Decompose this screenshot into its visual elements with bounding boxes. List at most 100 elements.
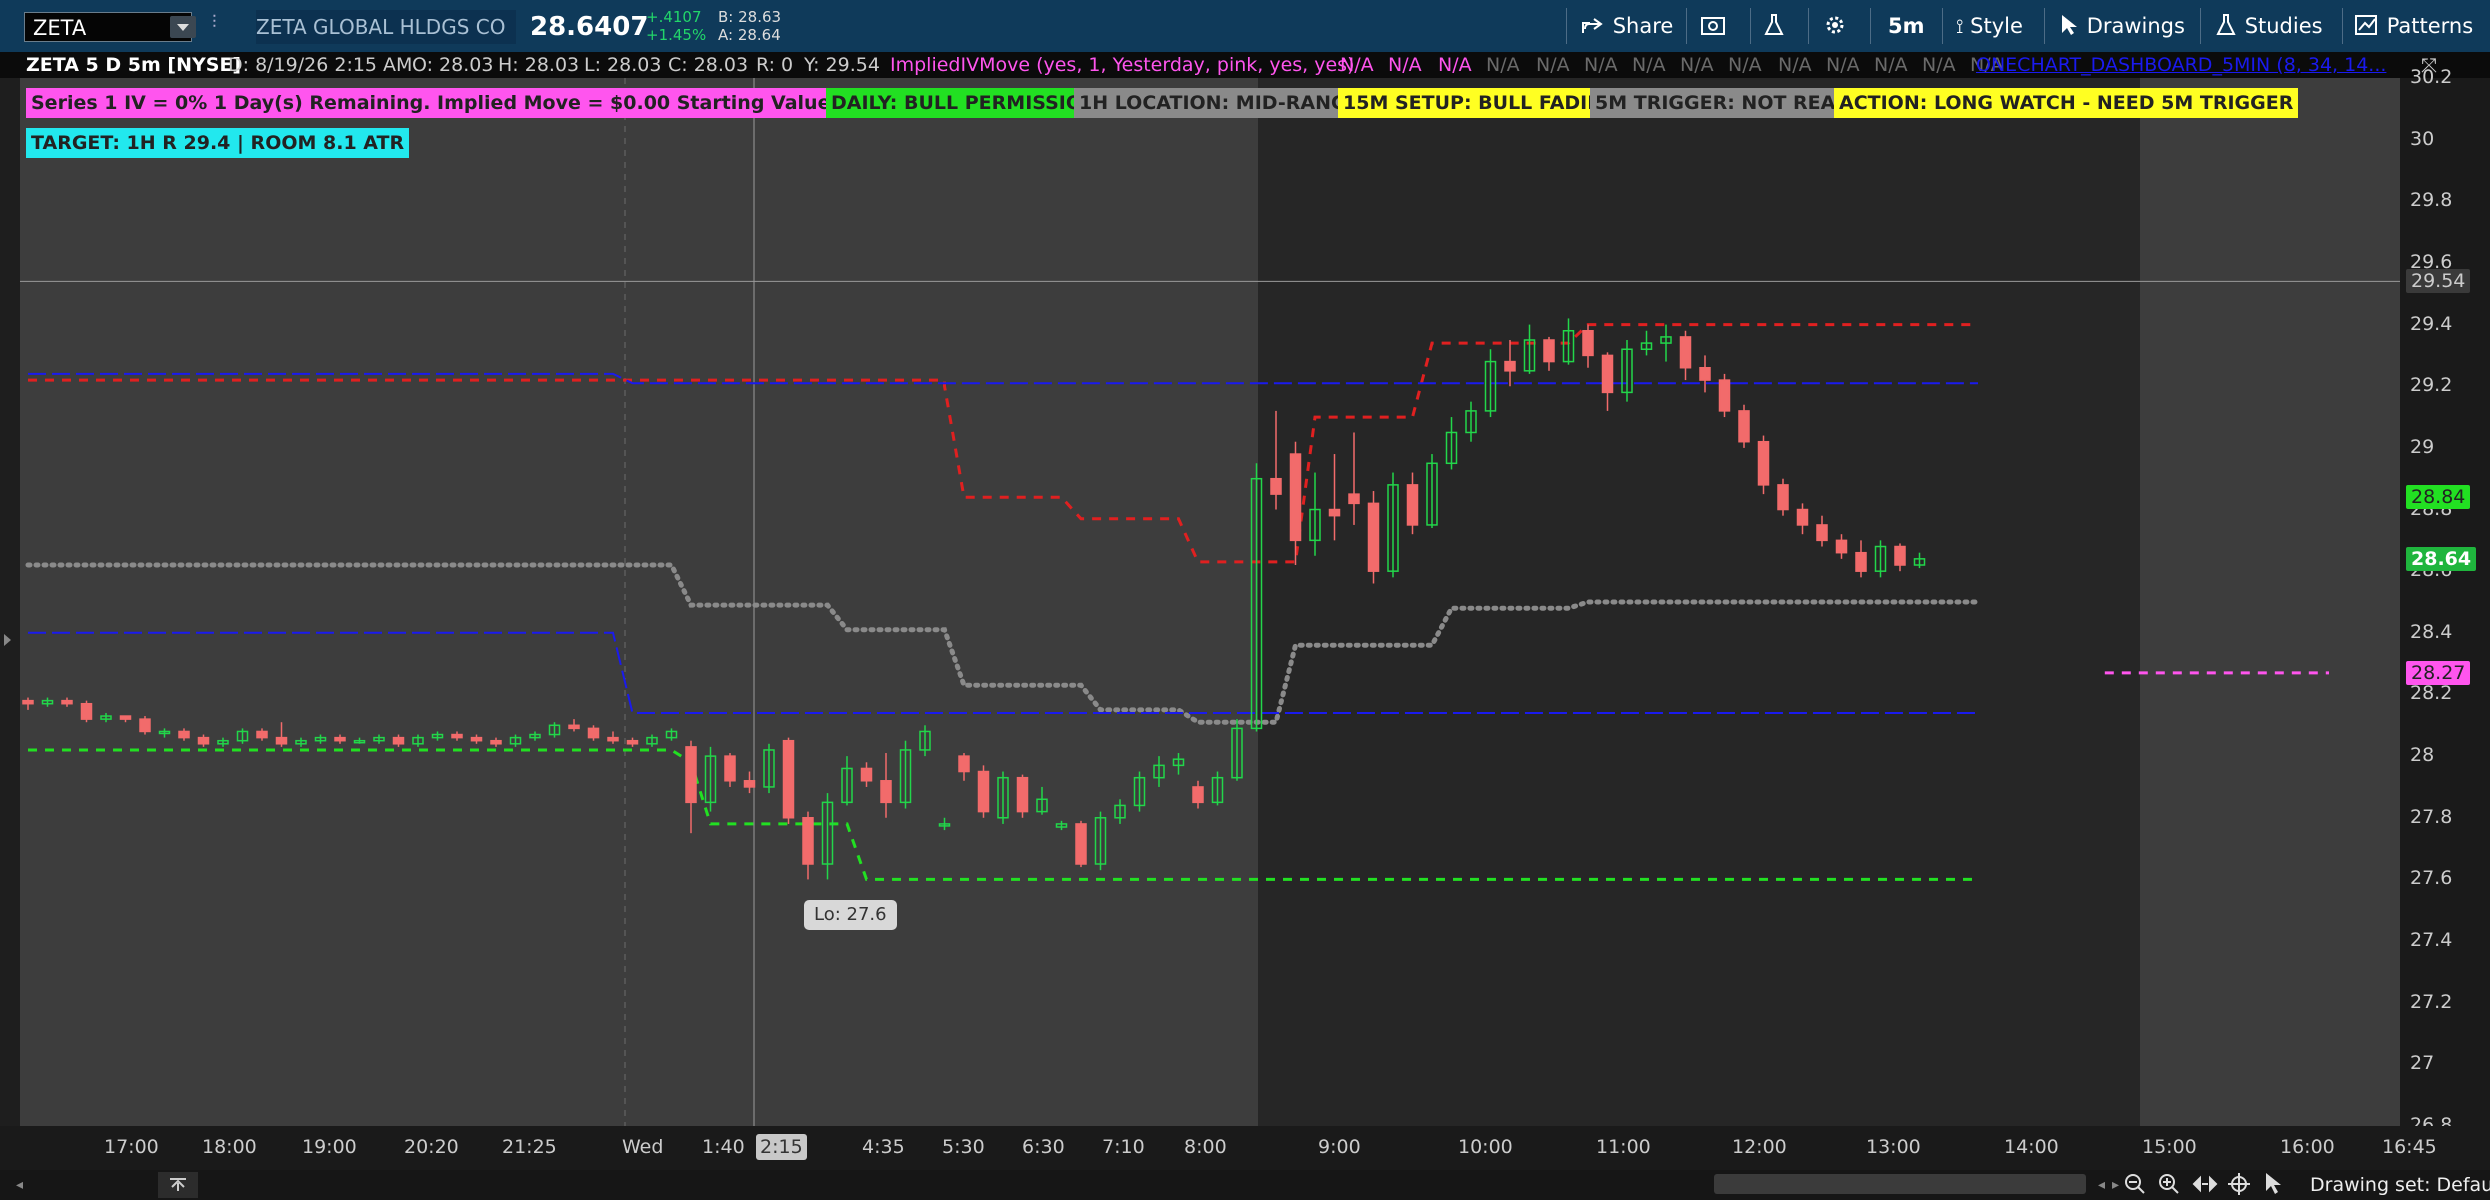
patterns-button[interactable]: Patterns xyxy=(2354,0,2473,52)
zoom-in-icon[interactable] xyxy=(2156,1170,2182,1200)
candle-body xyxy=(1406,484,1419,526)
price-axis[interactable]: 30.23029.829.629.429.22928.828.628.428.2… xyxy=(2400,66,2490,1136)
candle-body xyxy=(1796,508,1809,526)
candle-body xyxy=(1367,502,1380,572)
low-bubble: Lo: 27.6 xyxy=(804,900,897,930)
top-toolbar: ZETA ⫶ ZETA GLOBAL HLDGS CO A 28.6407 +.… xyxy=(0,0,2490,73)
toolbar-divider xyxy=(1942,8,1943,44)
time-tick-label: 13:00 xyxy=(1866,1136,1921,1158)
price-change: +.4107 xyxy=(646,8,702,26)
candle-body xyxy=(1738,410,1750,443)
chart-canvas[interactable] xyxy=(20,78,2400,1126)
flask-icon xyxy=(1764,14,1784,35)
patterns-label: Patterns xyxy=(2386,14,2474,38)
pointer-icon[interactable] xyxy=(2262,1170,2284,1200)
timeframe-button[interactable]: 5m xyxy=(1888,0,1925,52)
toolbar-divider xyxy=(2200,8,2201,44)
expand-panel-button[interactable] xyxy=(158,1172,198,1198)
style-button[interactable]: ⟟ Style xyxy=(1956,0,2023,52)
horizontal-scrollbar[interactable] xyxy=(1714,1174,2086,1194)
drawings-button[interactable]: Drawings xyxy=(2058,0,2185,52)
candle-body xyxy=(1699,366,1711,381)
y-value: Y: 29.54 xyxy=(804,54,880,76)
last-price-badge: 28.64 xyxy=(2406,546,2477,571)
symbol-input[interactable]: ZETA xyxy=(24,12,192,42)
price-tick-label: 29.2 xyxy=(2410,374,2453,397)
pan-horizontal-icon[interactable] xyxy=(2192,1170,2218,1200)
time-tick-label: 14:00 xyxy=(2004,1136,2059,1158)
toolbar-divider xyxy=(1750,8,1751,44)
candle-body xyxy=(977,770,990,813)
candle-body xyxy=(1016,776,1029,813)
time-tick-label: Wed xyxy=(622,1136,664,1158)
price-tick-label: 27.2 xyxy=(2410,990,2453,1013)
scroll-left-icon[interactable]: ◂ xyxy=(16,1170,23,1200)
candle-body xyxy=(1679,336,1692,369)
bar-open: O: 28.03 xyxy=(412,54,494,76)
zoom-in-glyph xyxy=(2159,1174,2179,1194)
na-value: N/A xyxy=(1584,54,1618,76)
chart-snapshot-button[interactable] xyxy=(1700,0,1726,52)
bid-price: B: 28.63 xyxy=(718,8,782,26)
price-chart[interactable]: Series 1 IV = 0% 1 Day(s) Remaining. Imp… xyxy=(20,78,2400,1126)
thinkorswim-chart-window: { "toolbar": { "symbol": "ZETA", "compan… xyxy=(0,0,2490,1200)
scroll-left-icon[interactable]: ◂ xyxy=(2098,1170,2105,1200)
scroll-right-icon[interactable]: ▸ xyxy=(2112,1170,2119,1200)
left-panel-strip[interactable] xyxy=(0,78,20,1126)
candle-body xyxy=(626,739,639,745)
company-name: ZETA GLOBAL HLDGS CO A xyxy=(256,10,516,73)
time-tick-label: 11:00 xyxy=(1596,1136,1651,1158)
time-tick-label: 17:00 xyxy=(104,1136,159,1158)
dashboard-study[interactable]: ONECHART_DASHBOARD_5MIN (8, 34, 14... xyxy=(1976,52,2386,78)
candle-body xyxy=(958,755,970,773)
flask-button[interactable] xyxy=(1762,0,1786,52)
candle-body xyxy=(1855,551,1867,572)
m15-setup-label: 15M SETUP: BULL FADING xyxy=(1338,88,1624,118)
candle-body xyxy=(334,736,346,742)
candle-body xyxy=(1270,477,1282,495)
action-label: ACTION: LONG WATCH - NEED 5M TRIGGER xyxy=(1834,88,2299,118)
price-tick-label: 30 xyxy=(2410,127,2435,150)
symbol-dropdown-button[interactable] xyxy=(170,16,196,38)
bar-low: L: 28.03 xyxy=(584,54,662,76)
crosshair-icon[interactable] xyxy=(2226,1170,2252,1200)
price-tick-label: 29.4 xyxy=(2410,312,2453,335)
implied-move-badge: 28.27 xyxy=(2406,660,2471,685)
expand-arrow-icon[interactable] xyxy=(4,634,11,646)
zoom-out-icon[interactable] xyxy=(2122,1170,2148,1200)
na-value: N/A xyxy=(1680,54,1714,76)
studies-button[interactable]: Studies xyxy=(2214,0,2323,52)
candle-body xyxy=(802,817,814,865)
price-tick-label: 28.2 xyxy=(2410,682,2453,705)
toolbar-divider xyxy=(2342,8,2343,44)
zoom-out-glyph xyxy=(2125,1174,2145,1194)
candle-body xyxy=(782,739,795,819)
drawing-set-selector[interactable]: Drawing set: Default xyxy=(2310,1170,2490,1200)
candle-body xyxy=(119,715,132,720)
candle-body xyxy=(1289,453,1302,542)
price-tick-label: 27.6 xyxy=(2410,867,2453,890)
time-axis[interactable]: 17:00 18:00 19:00 20:20 21:25 Wed 1:40 4:35 5:30… xyxy=(20,1126,2490,1170)
implied-iv-study[interactable]: ImpliedIVMove (yes, 1, Yesterday, pink, … xyxy=(890,52,1355,78)
daily-label: DAILY: BULL PERMISSION xyxy=(826,88,1103,118)
extended-hours-shade xyxy=(2140,78,2400,1126)
candle-body xyxy=(568,724,580,730)
candle-body xyxy=(1816,524,1828,542)
pointer-glyph xyxy=(2266,1173,2281,1194)
time-tick-label: 19:00 xyxy=(302,1136,357,1158)
time-tick-label: 1:40 xyxy=(702,1136,745,1158)
price-tick-label: 29.8 xyxy=(2410,189,2453,212)
settings-button[interactable] xyxy=(1822,0,1848,52)
candle-body xyxy=(197,736,210,745)
gear-icon xyxy=(1826,16,1844,34)
candle-body xyxy=(470,736,483,742)
link-icon[interactable]: ⫶ xyxy=(212,12,228,40)
na-value: N/A xyxy=(1536,54,1570,76)
candle-body xyxy=(685,746,697,804)
style-icon: ⟟ xyxy=(1956,14,1964,38)
time-tick-label: 10:00 xyxy=(1458,1136,1513,1158)
candle-body xyxy=(490,739,502,745)
snapshot-icon xyxy=(1701,17,1725,35)
toolbar-divider xyxy=(1686,8,1687,44)
share-button[interactable]: Share xyxy=(1580,0,1673,52)
